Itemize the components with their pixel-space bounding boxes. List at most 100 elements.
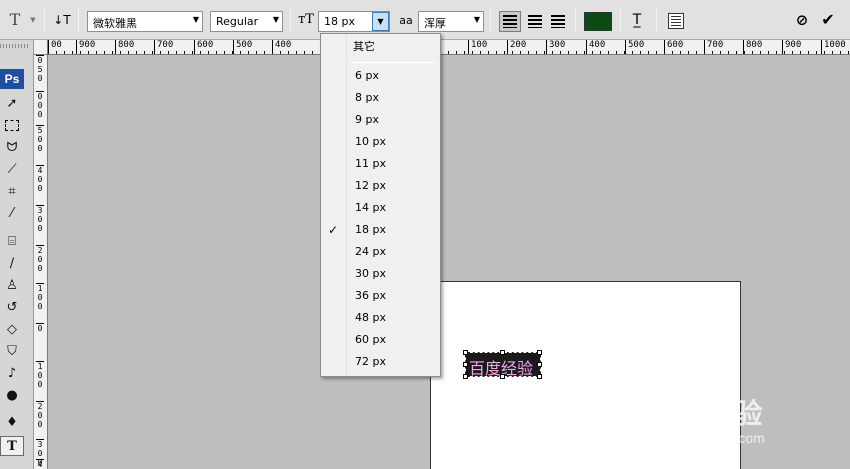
chevron-down-icon: ▼ <box>473 15 480 24</box>
ruler-label: 00 <box>48 40 62 54</box>
tool-preset-arrow-icon[interactable]: ▼ <box>28 10 38 30</box>
paint-bucket-tool-icon[interactable]: ⛉ <box>0 342 24 362</box>
brush-tool-icon[interactable]: ∕ <box>0 254 24 274</box>
ruler-corner <box>34 40 48 55</box>
menu-item-label: 30 px <box>355 267 386 280</box>
ruler-label: 2 0 0 <box>36 401 44 429</box>
menu-item-size[interactable]: 60 px <box>321 329 440 351</box>
font-size-icon: ᴛT <box>298 12 314 27</box>
font-family-select[interactable]: 微软雅黑 ▼ <box>87 11 203 32</box>
menu-item-size[interactable]: 24 px <box>321 241 440 263</box>
ruler-label: 700 <box>704 40 723 54</box>
ruler-label: 300 <box>546 40 565 54</box>
antialias-select[interactable]: 浑厚 ▼ <box>418 11 484 32</box>
menu-item-label: 6 px <box>355 69 379 82</box>
menu-item-size[interactable]: 72 px <box>321 351 440 373</box>
font-style-value: Regular <box>216 15 259 28</box>
separator <box>656 8 657 32</box>
ruler-label: 0 5 0 <box>36 55 44 83</box>
ruler-label: 4 <box>36 459 44 469</box>
ruler-label: 100 <box>468 40 487 54</box>
transform-handle[interactable] <box>537 350 542 355</box>
ruler-label: 2 0 0 <box>36 245 44 273</box>
align-center-icon <box>528 15 542 28</box>
menu-item-size[interactable]: 14 px <box>321 197 440 219</box>
menu-item-size[interactable]: 6 px <box>321 65 440 87</box>
menu-item-label: 18 px <box>355 223 386 236</box>
ruler-label: 1000 <box>821 40 846 54</box>
eyedropper-tool-icon[interactable]: ⁄ <box>0 204 24 224</box>
menu-item-size-selected[interactable]: ✓ 18 px <box>321 219 440 241</box>
chevron-down-icon: ▼ <box>192 15 199 24</box>
ruler-label: 3 0 0 <box>36 205 44 233</box>
antialias-icon: aa <box>399 14 413 27</box>
warp-text-icon[interactable]: T̲ <box>627 10 647 30</box>
align-right-icon <box>551 15 565 28</box>
ruler-label: 600 <box>664 40 683 54</box>
menu-item-size[interactable]: 12 px <box>321 175 440 197</box>
history-brush-tool-icon[interactable]: ↺ <box>0 298 24 318</box>
crop-tool-icon[interactable]: ⌗ <box>0 182 24 202</box>
ruler-label: 400 <box>586 40 605 54</box>
marquee-tool-icon[interactable] <box>0 116 24 136</box>
separator <box>575 8 576 32</box>
transform-handle[interactable] <box>537 362 542 367</box>
move-tool-icon[interactable]: ➚ <box>0 94 24 114</box>
menu-item-label: 10 px <box>355 135 386 148</box>
character-palette-icon <box>671 16 681 26</box>
toolbox-grip[interactable] <box>0 44 30 48</box>
transform-handle[interactable] <box>463 374 468 379</box>
menu-item-label: 9 px <box>355 113 379 126</box>
transform-handle[interactable] <box>500 350 505 355</box>
chevron-down-icon: ▼ <box>377 17 384 26</box>
healing-brush-tool-icon[interactable]: ⌸ <box>0 232 24 252</box>
watermark-logo: Bai 经验 <box>650 398 764 429</box>
ruler-label: 1 0 0 <box>36 361 44 389</box>
ruler-label: 700 <box>154 40 173 54</box>
separator <box>290 8 291 32</box>
eraser-tool-icon[interactable]: ◇ <box>0 320 24 340</box>
font-style-select[interactable]: Regular ▼ <box>210 11 283 32</box>
align-left-button[interactable] <box>499 11 521 32</box>
type-tool-icon[interactable]: T <box>0 436 24 456</box>
blur-tool-icon[interactable]: ♪ <box>0 364 24 384</box>
ruler-label: 800 <box>115 40 134 54</box>
separator <box>620 8 621 32</box>
menu-item-size[interactable]: 11 px <box>321 153 440 175</box>
menu-item-other[interactable]: 其它 <box>321 36 440 58</box>
align-right-button[interactable] <box>547 11 569 32</box>
commit-check-icon[interactable]: ✔ <box>818 10 838 30</box>
menu-item-size[interactable]: 48 px <box>321 307 440 329</box>
font-size-value: 18 px <box>324 15 355 28</box>
transform-handle[interactable] <box>537 374 542 379</box>
menu-item-label: 8 px <box>355 91 379 104</box>
menu-item-size[interactable]: 9 px <box>321 109 440 131</box>
ruler-label: 0 0 0 <box>36 91 44 119</box>
lasso-tool-icon[interactable]: ᗢ <box>0 138 24 158</box>
magic-wand-tool-icon[interactable]: ⟋ <box>0 160 24 180</box>
font-size-dropdown-button[interactable]: ▼ <box>372 12 389 31</box>
character-palette-button[interactable] <box>668 13 684 29</box>
dodge-tool-icon[interactable]: ● <box>0 386 24 406</box>
baidu-jingyan-watermark: Bai 经验 jingyan.baidu.com <box>650 392 840 452</box>
ruler-label: 900 <box>76 40 95 54</box>
type-tool-icon[interactable]: T <box>4 10 26 30</box>
separator <box>44 8 45 32</box>
cancel-icon[interactable]: ⊘ <box>792 10 812 30</box>
transform-handle[interactable] <box>463 362 468 367</box>
menu-item-size[interactable]: 36 px <box>321 285 440 307</box>
align-center-button[interactable] <box>524 11 546 32</box>
transform-handle[interactable] <box>500 374 505 379</box>
transform-handle[interactable] <box>463 350 468 355</box>
separator <box>78 8 79 32</box>
menu-item-size[interactable]: 10 px <box>321 131 440 153</box>
clone-stamp-tool-icon[interactable]: ♙ <box>0 276 24 296</box>
menu-item-size[interactable]: 8 px <box>321 87 440 109</box>
menu-separator <box>349 62 437 63</box>
text-orientation-icon[interactable]: ↓T <box>52 10 72 30</box>
text-color-swatch[interactable] <box>584 12 612 31</box>
menu-item-size[interactable]: 30 px <box>321 263 440 285</box>
ruler-label: 500 <box>625 40 644 54</box>
toolbox: Ps ➚ ᗢ ⟋ ⌗ ⁄ ⌸ ∕ ♙ ↺ ◇ ⛉ ♪ ● ♦ T <box>0 40 34 469</box>
pen-tool-icon[interactable]: ♦ <box>0 413 24 433</box>
